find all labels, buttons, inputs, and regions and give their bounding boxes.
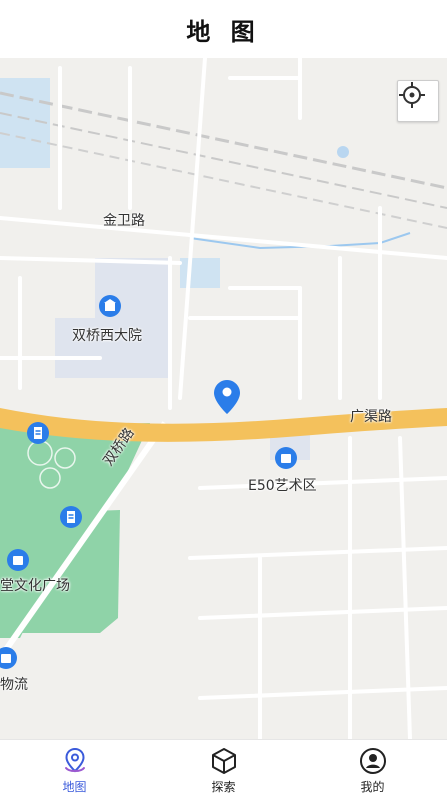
cube-icon (209, 746, 239, 776)
tab-explore[interactable]: 探索 (149, 740, 298, 798)
poi-label-logistics: 物流 (0, 677, 28, 693)
building-poi-icon[interactable] (98, 294, 122, 318)
map-view[interactable]: 金卫路 双桥西大院 广渠路 双桥路 E50艺术区 堂文化广场 物流 (0, 58, 447, 739)
tab-map[interactable]: 地图 (0, 740, 149, 798)
venue-poi-icon[interactable] (0, 646, 18, 670)
info-poi-icon[interactable] (59, 505, 83, 529)
poi-label-e50: E50艺术区 (248, 478, 317, 494)
tab-explore-label: 探索 (211, 779, 236, 794)
page-title: 地 图 (186, 17, 261, 46)
poi-label-shuangqiao-xi-dayuan: 双桥西大院 (72, 328, 142, 344)
venue-poi-icon[interactable] (274, 446, 298, 470)
info-poi-icon[interactable] (26, 421, 50, 445)
app-header: 地 图 (0, 0, 447, 58)
road-label-guangqu: 广渠路 (350, 409, 392, 425)
poi-label-culture-plaza: 堂文化广场 (0, 578, 70, 594)
tab-profile[interactable]: 我的 (298, 740, 447, 798)
venue-poi-icon[interactable] (6, 548, 30, 572)
location-pin-icon[interactable] (214, 380, 240, 414)
road-label-jinwei: 金卫路 (103, 213, 145, 229)
tab-profile-label: 我的 (360, 779, 385, 794)
crosshair-icon (399, 82, 425, 108)
map-pin-icon (60, 746, 90, 776)
tab-map-label: 地图 (62, 779, 87, 794)
bottom-tab-bar: 地图 探索 我的 (0, 739, 447, 798)
user-circle-icon (358, 746, 388, 776)
locate-button[interactable] (397, 80, 439, 122)
